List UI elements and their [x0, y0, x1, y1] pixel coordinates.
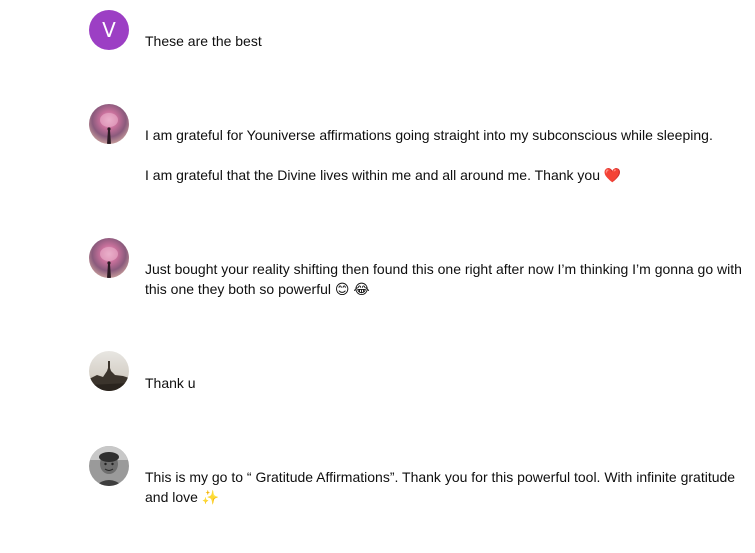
user-avatar[interactable]: [89, 238, 129, 278]
comment-text: Thank u: [145, 375, 196, 391]
user-avatar[interactable]: [89, 446, 129, 486]
user-avatar[interactable]: V: [89, 10, 129, 50]
landscape-photo-avatar-icon: [89, 351, 129, 391]
galaxy-photo-avatar-icon: [89, 104, 129, 144]
comment-text: This is my go to “ Gratitude Affirmation…: [145, 469, 739, 505]
comment-text: These are the best: [145, 33, 262, 49]
user-avatar[interactable]: [89, 351, 129, 391]
comment-text: Just bought your reality shifting then f…: [145, 261, 746, 297]
galaxy-photo-avatar-icon: [89, 238, 129, 278]
person-photo-avatar-icon: [89, 446, 129, 486]
comment-text: I am grateful for Youniverse affirmation…: [145, 127, 713, 183]
avatar-letter: V: [102, 18, 116, 42]
user-avatar[interactable]: [89, 104, 129, 144]
